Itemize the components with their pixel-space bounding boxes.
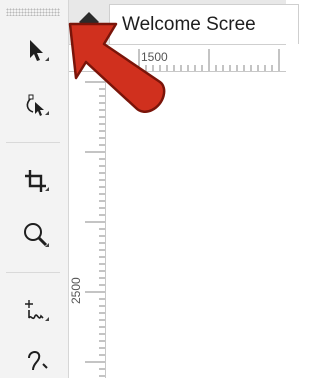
vertical-ruler-label: 2500 [69,277,83,304]
freehand-tool-icon [21,296,51,326]
diamond-icon [79,12,99,32]
zoom-tool[interactable] [14,216,58,254]
zoom-tool-icon [21,220,51,250]
curve-tool[interactable] [14,344,58,382]
horizontal-ruler-label: 1500 [141,50,168,64]
curve-tool-icon [21,348,51,378]
drawing-canvas[interactable] [106,72,286,378]
toolbox-separator [6,142,60,143]
tab-label: Welcome Scree [122,13,256,35]
horizontal-ruler[interactable]: 1500 [69,45,286,72]
horizontal-ruler-ticks [138,49,280,71]
tab-scroll-left-button[interactable] [77,10,101,34]
toolbox-grip[interactable] [6,8,60,16]
document-tab-bar: Welcome Scree [69,0,299,45]
vertical-ruler[interactable]: 2500 [69,72,106,378]
pick-tool[interactable] [14,32,58,70]
vertical-ruler-ticks [85,81,105,377]
freehand-tool[interactable] [14,292,58,330]
tab-welcome-screen[interactable]: Welcome Scree [109,4,299,44]
toolbox-separator [6,272,60,273]
shape-tool-icon [21,90,51,120]
crop-tool[interactable] [14,162,58,200]
crop-tool-icon [21,166,51,196]
pick-tool-icon [21,36,51,66]
toolbox [0,0,69,378]
shape-tool[interactable] [14,86,58,124]
